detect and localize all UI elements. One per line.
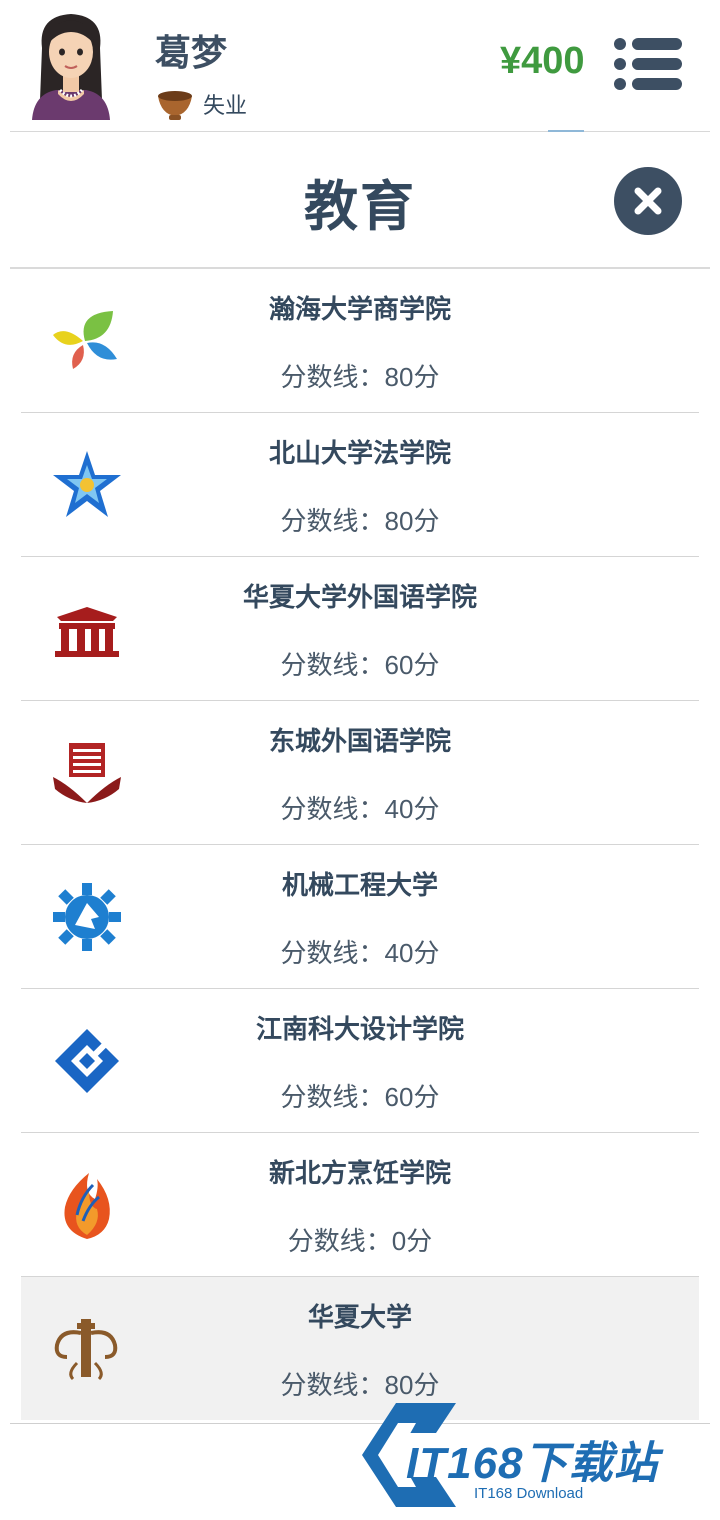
close-button[interactable] <box>614 167 682 235</box>
school-name: 华夏大学外国语学院 <box>242 582 477 612</box>
header-divider <box>10 131 710 132</box>
school-score: 分数线：60分 <box>280 650 440 680</box>
top-status-bar: 葛梦 失业 ¥400 <box>0 0 720 131</box>
job-status: 失业 <box>155 84 247 124</box>
school-score: 分数线：40分 <box>280 794 440 824</box>
close-icon <box>634 187 662 215</box>
status-label: 失业 <box>203 93 248 118</box>
school-name: 华夏大学 <box>307 1302 412 1332</box>
school-item[interactable]: 江南科大设计学院 分数线：60分 <box>21 989 699 1133</box>
school-name: 新北方烹饪学院 <box>268 1158 451 1188</box>
bowl-icon <box>158 91 192 120</box>
watermark-subtext: IT168 Download <box>474 1485 584 1502</box>
decorative-mark <box>548 130 584 132</box>
school-score: 分数线：60分 <box>280 1082 440 1112</box>
school-list: 瀚海大学商学院 分数线：80分 北山大学法学院 分数线：80分 华夏大学外国语学… <box>21 269 699 1420</box>
school-score: 分数线：80分 <box>280 506 440 536</box>
school-score: 分数线：0分 <box>287 1226 433 1256</box>
school-item[interactable]: 机械工程大学 分数线：40分 <box>21 845 699 989</box>
school-item[interactable]: 东城外国语学院 分数线：40分 <box>21 701 699 845</box>
watermark-text: IT168下载站 <box>406 1439 659 1488</box>
school-name: 北山大学法学院 <box>268 438 451 468</box>
page-title: 教育 <box>304 177 416 237</box>
school-name: 瀚海大学商学院 <box>268 294 451 324</box>
school-score: 分数线：80分 <box>280 362 440 392</box>
player-name: 葛梦 <box>155 32 228 73</box>
school-name: 机械工程大学 <box>281 870 438 900</box>
avatar[interactable] <box>28 8 114 120</box>
money-balance: ¥400 <box>500 40 585 82</box>
school-score: 分数线：40分 <box>280 938 440 968</box>
school-name: 江南科大设计学院 <box>255 1014 464 1044</box>
school-item[interactable]: 新北方烹饪学院 分数线：0分 <box>21 1133 699 1277</box>
menu-icon[interactable] <box>612 36 684 92</box>
school-item[interactable]: 华夏大学外国语学院 分数线：60分 <box>21 557 699 701</box>
school-item[interactable]: 瀚海大学商学院 分数线：80分 <box>21 269 699 413</box>
school-item[interactable]: 北山大学法学院 分数线：80分 <box>21 413 699 557</box>
school-name: 东城外国语学院 <box>268 726 451 756</box>
